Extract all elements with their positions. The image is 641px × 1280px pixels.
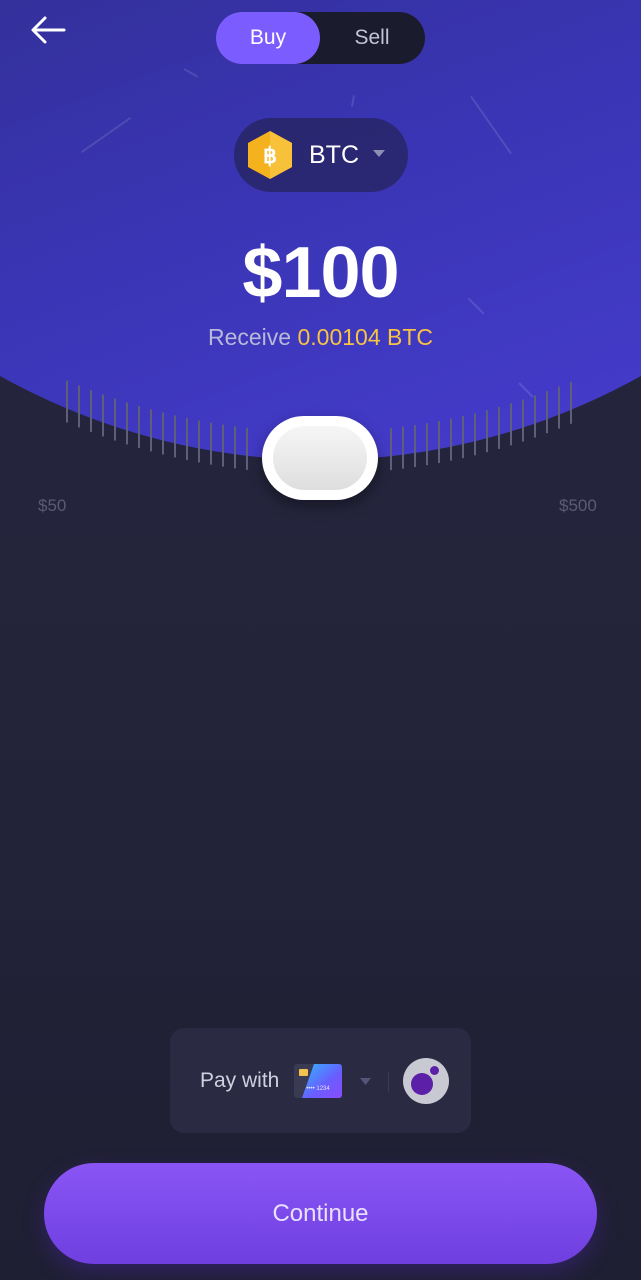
slider-max-label: $500 bbox=[559, 496, 597, 515]
card-digits: •••• 1234 bbox=[306, 1086, 330, 1092]
wallet-app-icon[interactable] bbox=[403, 1058, 449, 1104]
buy-tab[interactable]: Buy bbox=[216, 12, 320, 64]
divider bbox=[388, 1072, 389, 1092]
amount-slider-handle[interactable] bbox=[262, 416, 378, 500]
receive-value: 0.00104 BTC bbox=[297, 324, 434, 350]
asset-symbol: BTC bbox=[309, 141, 359, 169]
pay-with-label: Pay with bbox=[200, 1069, 280, 1092]
credit-card-icon[interactable]: •••• 1234 bbox=[294, 1064, 342, 1098]
chevron-down-icon[interactable] bbox=[359, 1077, 372, 1086]
sell-tab[interactable]: Sell bbox=[320, 12, 424, 64]
slider-min-label: $50 bbox=[38, 496, 67, 515]
receive-line: Receive 0.00104 BTC bbox=[0, 324, 641, 351]
payment-method-panel: Pay with •••• 1234 bbox=[170, 1028, 471, 1133]
svg-text:฿: ฿ bbox=[263, 143, 277, 168]
bitcoin-icon: ฿ bbox=[248, 131, 292, 179]
receive-label: Receive bbox=[207, 324, 292, 350]
back-button[interactable] bbox=[28, 12, 68, 48]
buy-screen: Buy Sell ฿ BTC $100 Receive 0.00104 BTC … bbox=[0, 0, 641, 1280]
asset-selector[interactable]: ฿ BTC bbox=[234, 118, 408, 192]
amount-display: $100 bbox=[242, 233, 399, 313]
chevron-down-icon bbox=[373, 150, 385, 157]
continue-button[interactable]: Continue bbox=[44, 1163, 597, 1264]
buy-sell-toggle: Buy Sell bbox=[216, 12, 425, 64]
back-arrow-icon bbox=[31, 16, 66, 44]
